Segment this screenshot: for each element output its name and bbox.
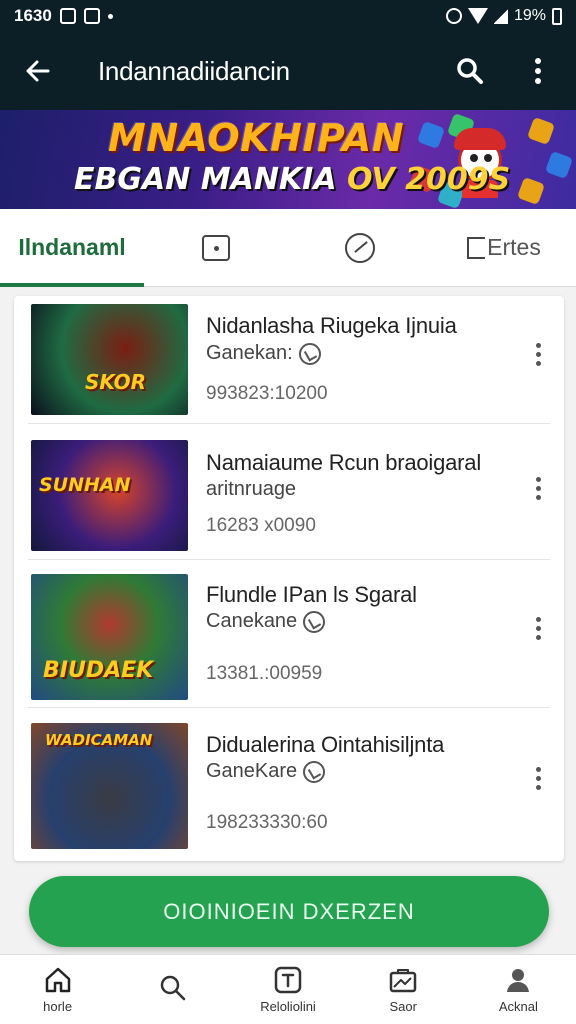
list-item[interactable]: BIUDAEK Flundle IPan ls Sgaral Canekane … [14, 564, 564, 708]
battery-percent: 19% [513, 7, 546, 24]
thumbnail-logo: SUNHAN [39, 474, 131, 496]
game-title: Flundle IPan ls Sgaral [206, 582, 417, 607]
banner-subline: EBGAN MANKIA OV 2009S [74, 162, 510, 197]
nav-item-home[interactable]: horle [0, 955, 115, 1024]
compass-icon [345, 232, 375, 263]
game-stats: 993823:10200 [206, 383, 328, 404]
gem-icon [526, 116, 556, 146]
alarm-icon [445, 8, 462, 24]
game-stats: 16283 x0090 [206, 515, 316, 536]
battery-icon [552, 7, 562, 25]
gem-icon [544, 150, 574, 180]
game-thumbnail: SUNHAN [31, 440, 188, 551]
game-list: SKOR Nidanlasha Riugeka Ijnuia Ganekan: … [14, 296, 564, 861]
nav-item-text[interactable]: Reloliolini [230, 955, 345, 1024]
banner-headline: MNAOKHIPAN [108, 116, 405, 160]
app-bar: Indannadiidancin [0, 32, 576, 110]
game-subtitle-row: Canekane [206, 610, 326, 633]
item-menu-button[interactable] [526, 762, 550, 794]
gem-icon [516, 176, 546, 206]
list-item[interactable]: SKOR Nidanlasha Riugeka Ijnuia Ganekan: … [14, 296, 564, 424]
list-item[interactable]: SUNHAN Namaiaume Rcun braoigaral aritnru… [14, 428, 564, 560]
tab-square[interactable] [144, 209, 288, 286]
flag-icon [467, 236, 486, 259]
game-subtitle-row: aritnruage [206, 478, 296, 501]
store-icon [389, 969, 417, 993]
game-subtitle: GaneKare [206, 760, 298, 782]
thumbnail-logo: WADICAMAN [45, 731, 153, 749]
home-icon [45, 967, 70, 993]
game-subtitle-row: GaneKare [206, 760, 326, 783]
overflow-menu-button[interactable] [522, 55, 554, 87]
image-notification-icon [83, 8, 100, 24]
game-thumbnail: BIUDAEK [31, 574, 188, 700]
square-dot-icon [202, 234, 230, 261]
game-title: Didualerina Ointahisiljnta [206, 732, 445, 757]
game-subtitle: Canekane [206, 610, 298, 632]
nav-label: Reloliolini [260, 999, 316, 1014]
wifi-icon [467, 8, 488, 24]
game-subtitle: aritnruage [206, 478, 297, 500]
divider [28, 707, 550, 708]
nav-item-search[interactable] [115, 955, 230, 1024]
search-icon [457, 58, 483, 84]
item-menu-button[interactable] [526, 472, 550, 504]
dot-indicator-icon [107, 13, 113, 19]
tab-bar: Ilndanaml Ertes [0, 209, 576, 287]
banner-subline-main: EBGAN MANKIA [74, 162, 337, 197]
game-thumbnail: SKOR [31, 304, 188, 415]
game-thumbnail: WADICAMAN [31, 723, 188, 849]
back-arrow-icon [26, 60, 50, 82]
tab-home[interactable]: Ilndanaml [0, 209, 144, 287]
text-box-icon [274, 966, 302, 994]
tab-label: Ilndanaml [18, 234, 126, 260]
item-menu-button[interactable] [526, 338, 550, 370]
tab-label: Ertes [487, 234, 541, 260]
banner-subline-highlight: OV 2009S [347, 162, 511, 197]
divider [28, 559, 550, 560]
promo-banner[interactable]: MNAOKHIPAN EBGAN MANKIA OV 2009S [0, 110, 576, 209]
game-subtitle: Ganekan: [206, 342, 293, 364]
game-title: Nidanlasha Riugeka Ijnuia [206, 313, 457, 338]
game-subtitle-row: Ganekan: [206, 342, 321, 365]
game-stats: 13381.:00959 [206, 663, 323, 684]
nav-item-store[interactable]: Saor [346, 955, 461, 1024]
search-button[interactable] [454, 55, 486, 87]
signal-icon [493, 8, 508, 24]
thumbnail-logo: BIUDAEK [43, 658, 154, 683]
nav-label: Acknal [498, 999, 538, 1014]
status-bar: 1630 19% [0, 0, 576, 32]
rating-icon [298, 342, 321, 365]
divider [28, 423, 550, 424]
rating-icon [303, 610, 326, 633]
nav-item-account[interactable]: Acknal [461, 955, 576, 1024]
rating-icon [303, 760, 326, 783]
list-item[interactable]: WADICAMAN Didualerina Ointahisiljnta Gan… [14, 712, 564, 860]
notification-icon [59, 8, 76, 24]
game-stats: 198233330:60 [206, 812, 328, 833]
thumbnail-logo: SKOR [85, 370, 147, 394]
tab-ertes[interactable]: Ertes [432, 209, 576, 286]
tab-compass[interactable] [288, 209, 432, 286]
item-menu-button[interactable] [526, 612, 550, 644]
more-vertical-icon [535, 58, 541, 84]
nav-label: Saor [389, 999, 417, 1014]
gem-icon [416, 120, 446, 150]
status-time: 1630 [14, 6, 52, 25]
nav-label: horle [43, 999, 73, 1014]
account-icon [507, 969, 530, 992]
page-title: Indannadiidancin [98, 55, 290, 86]
search-icon [160, 975, 186, 1000]
bottom-navigation: horle Reloliolini Saor Acknal [0, 954, 576, 1024]
back-button[interactable] [22, 55, 54, 87]
game-title: Namaiaume Rcun braoigaral [206, 450, 482, 475]
primary-action-button[interactable]: OIOINIOEIN DXERZEN [29, 876, 549, 947]
